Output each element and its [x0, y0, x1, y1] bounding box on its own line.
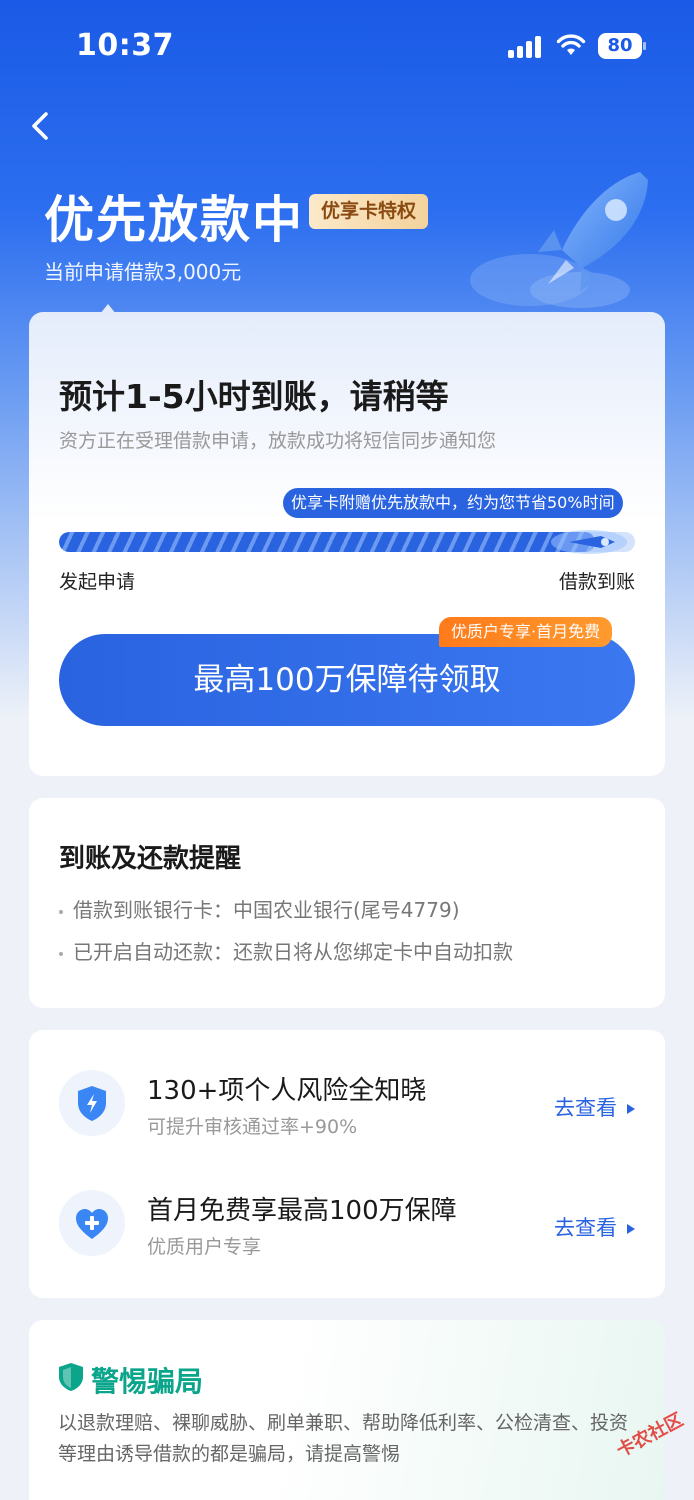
shield-icon	[59, 1070, 125, 1136]
risk-report-subtitle: 可提升审核通过率+90%	[147, 1116, 358, 1138]
progress-rocket-icon	[551, 530, 627, 554]
privilege-badge: 优享卡特权	[309, 194, 429, 229]
risk-report-row[interactable]: 130+项个人风险全知晓 可提升审核通过率+90% 去查看	[29, 1050, 665, 1160]
battery-icon: 80	[598, 33, 646, 59]
step-apply-label: 发起申请	[59, 571, 136, 593]
insurance-subtitle: 优质用户专享	[147, 1236, 262, 1258]
reminder-title: 到账及还款提醒	[59, 844, 242, 874]
vip-free-tag: 优质户专享·首月免费	[439, 617, 613, 647]
reminder-auto-repay: 已开启自动还款：还款日将从您绑定卡中自动扣款	[59, 936, 513, 965]
watermark-logo: 卡农社区	[613, 1408, 687, 1461]
cellular-signal-icon	[508, 34, 544, 58]
loan-status-card: 预计1-5小时到账，请稍等 资方正在受理借款申请，放款成功将短信同步通知您 优享…	[29, 312, 665, 776]
caret-right-icon	[627, 1104, 635, 1114]
reminder-auto-repay-text: 已开启自动还款：还款日将从您绑定卡中自动扣款	[73, 940, 513, 964]
fraud-warning-title: 警惕骗局	[91, 1365, 204, 1398]
insurance-row[interactable]: 首月免费享最高100万保障 优质用户专享 去查看	[29, 1170, 665, 1280]
insurance-view-text: 去查看	[554, 1216, 617, 1240]
page-title: 优先放款中	[44, 191, 304, 249]
shield-check-icon	[59, 1363, 83, 1391]
status-time: 10:37	[76, 28, 174, 63]
reminder-bank-card-text: 借款到账银行卡：中国农业银行(尾号4779)	[73, 898, 460, 922]
insurance-view-link[interactable]: 去查看	[554, 1212, 635, 1242]
loan-progress-fill	[59, 532, 595, 552]
risk-report-view-text: 去查看	[554, 1096, 617, 1120]
status-bar: 10:37 80	[0, 0, 694, 92]
rocket-illustration	[470, 172, 648, 308]
fraud-warning-card: 警惕骗局 以退款理赔、裸聊威胁、刷单兼职、帮助降低利率、公检清查、投资等理由诱导…	[29, 1320, 665, 1500]
wifi-icon	[556, 34, 586, 55]
heart-plus-icon	[59, 1190, 125, 1256]
reminder-bank-card: 借款到账银行卡：中国农业银行(尾号4779)	[59, 894, 460, 923]
arrival-estimate-subtitle: 资方正在受理借款申请，放款成功将短信同步通知您	[59, 430, 497, 452]
priority-tip-bubble: 优享卡附赠优先放款中，约为您节省50%时间	[283, 488, 623, 518]
reminder-card: 到账及还款提醒 借款到账银行卡：中国农业银行(尾号4779) 已开启自动还款：还…	[29, 798, 665, 1008]
risk-report-view-link[interactable]: 去查看	[554, 1092, 635, 1122]
battery-level: 80	[598, 33, 642, 59]
step-arrival-label: 借款到账	[558, 571, 635, 593]
fraud-warning-text: 以退款理赔、裸聊威胁、刷单兼职、帮助降低利率、公检清查、投资等理由诱导借款的都是…	[58, 1412, 629, 1465]
loan-amount-subtitle: 当前申请借款3,000元	[44, 260, 242, 284]
caret-right-icon	[627, 1224, 635, 1234]
insurance-title: 首月免费享最高100万保障	[147, 1196, 457, 1226]
risk-report-title: 130+项个人风险全知晓	[147, 1076, 427, 1106]
services-card: 130+项个人风险全知晓 可提升审核通过率+90% 去查看 首月免费享最高100…	[29, 1030, 665, 1298]
arrival-estimate-title: 预计1-5小时到账，请稍等	[59, 377, 449, 416]
back-button[interactable]	[22, 104, 62, 148]
svg-text:卡农社区: 卡农社区	[613, 1408, 687, 1461]
claim-insurance-button[interactable]: 最高100万保障待领取	[59, 634, 635, 726]
